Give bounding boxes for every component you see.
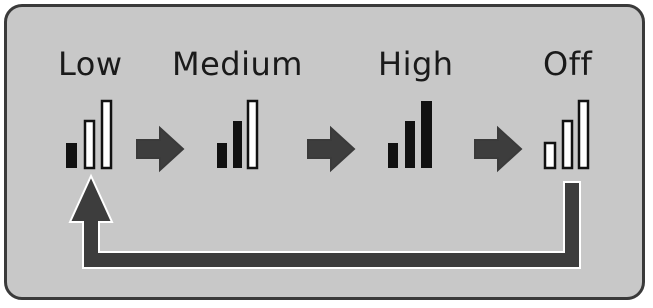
level-label-medium: Medium bbox=[172, 45, 303, 83]
level-label-high: High bbox=[378, 45, 454, 83]
level-label-off: Off bbox=[543, 45, 593, 83]
level-label-low: Low bbox=[58, 45, 123, 83]
